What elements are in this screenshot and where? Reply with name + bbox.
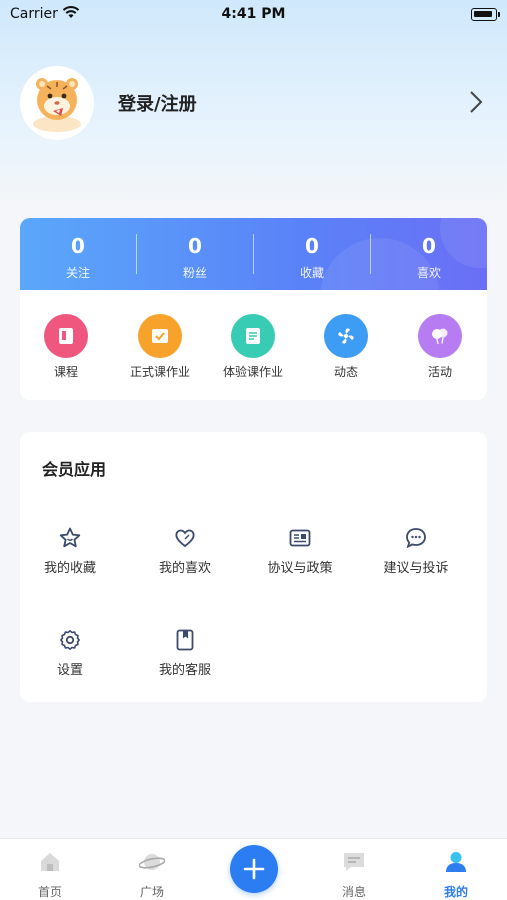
chevron-right-icon[interactable] — [469, 90, 483, 114]
app-settings[interactable]: 设置 — [22, 628, 118, 678]
bookmark-book-icon — [176, 629, 194, 651]
member-apps-card: 会员应用 我的收藏 我的喜欢 协议与政策 建议与投诉 设置 我的客服 — [20, 432, 487, 702]
stat-label: 喜欢 — [416, 266, 441, 280]
stat-following[interactable]: 0 关注 — [20, 218, 136, 290]
tab-label: 消息 — [341, 885, 366, 899]
tiger-mascot-icon — [33, 78, 81, 132]
stat-label: 收藏 — [299, 266, 324, 280]
section-title: 会员应用 — [42, 460, 107, 479]
app-label: 我的客服 — [158, 663, 211, 678]
stat-favorites[interactable]: 0 收藏 — [254, 218, 370, 290]
tab-home[interactable]: 首页 — [0, 839, 100, 900]
battery-icon — [471, 8, 500, 21]
avatar[interactable] — [20, 66, 94, 140]
app-label: 建议与投诉 — [383, 561, 449, 576]
planet-icon — [139, 854, 165, 870]
app-my-likes[interactable]: 我的喜欢 — [137, 526, 233, 576]
stat-label: 粉丝 — [182, 266, 207, 280]
stat-label: 关注 — [65, 266, 90, 280]
star-icon — [59, 527, 81, 548]
chat-bubble-icon — [406, 528, 426, 549]
login-register-link[interactable]: 登录/注册 — [118, 90, 197, 116]
stats-card: 0 关注 0 粉丝 0 收藏 0 喜欢 课程 正式课作业 体验课作业 动态 活动 — [20, 218, 487, 400]
home-icon — [41, 853, 59, 871]
homework-check-icon — [138, 314, 182, 358]
quick-action-formal-homework[interactable]: 正式课作业 — [114, 314, 206, 384]
book-icon — [44, 314, 88, 358]
tab-square[interactable]: 广场 — [102, 839, 202, 900]
gear-icon — [60, 630, 80, 650]
stats-bar: 0 关注 0 粉丝 0 收藏 0 喜欢 — [20, 218, 487, 290]
app-customer-service[interactable]: 我的客服 — [137, 628, 233, 678]
quick-action-trial-homework[interactable]: 体验课作业 — [207, 314, 299, 384]
heart-icon — [175, 529, 195, 548]
quick-action-label: 动态 — [333, 365, 358, 379]
tab-messages[interactable]: 消息 — [304, 839, 404, 900]
message-icon — [344, 853, 364, 871]
quick-action-label: 课程 — [53, 365, 78, 379]
quick-action-feed[interactable]: 动态 — [300, 314, 392, 384]
publish-plus-button[interactable] — [230, 845, 278, 893]
profile-header[interactable]: 登录/注册 — [20, 66, 487, 140]
app-label: 协议与政策 — [267, 561, 333, 576]
status-bar: Carrier 4:41 PM — [0, 0, 507, 30]
stat-value: 0 — [422, 234, 436, 258]
app-my-favorites[interactable]: 我的收藏 — [22, 526, 118, 576]
quick-action-events[interactable]: 活动 — [394, 314, 486, 384]
app-agreement-policy[interactable]: 协议与政策 — [252, 526, 348, 576]
plus-icon — [243, 858, 265, 880]
tab-mine[interactable]: 我的 — [406, 839, 506, 900]
tab-label: 广场 — [139, 885, 164, 899]
stat-likes[interactable]: 0 喜欢 — [371, 218, 487, 290]
stat-value: 0 — [188, 234, 202, 258]
tab-label: 我的 — [443, 885, 468, 899]
quick-action-label: 活动 — [427, 365, 452, 379]
app-suggestions-complaints[interactable]: 建议与投诉 — [368, 526, 464, 576]
stat-value: 0 — [305, 234, 319, 258]
app-label: 我的喜欢 — [158, 561, 211, 576]
app-label: 我的收藏 — [43, 561, 96, 576]
balloon-icon — [418, 314, 462, 358]
stat-value: 0 — [71, 234, 85, 258]
stat-fans[interactable]: 0 粉丝 — [137, 218, 253, 290]
id-card-icon — [289, 529, 311, 547]
app-label: 设置 — [56, 663, 83, 678]
user-icon — [446, 852, 466, 872]
quick-action-course[interactable]: 课程 — [20, 314, 112, 384]
clock: 4:41 PM — [221, 6, 286, 22]
fan-icon — [324, 314, 368, 358]
document-edit-icon — [231, 314, 275, 358]
quick-action-label: 正式课作业 — [129, 365, 190, 379]
tab-label: 首页 — [37, 885, 62, 899]
quick-action-label: 体验课作业 — [222, 365, 283, 379]
